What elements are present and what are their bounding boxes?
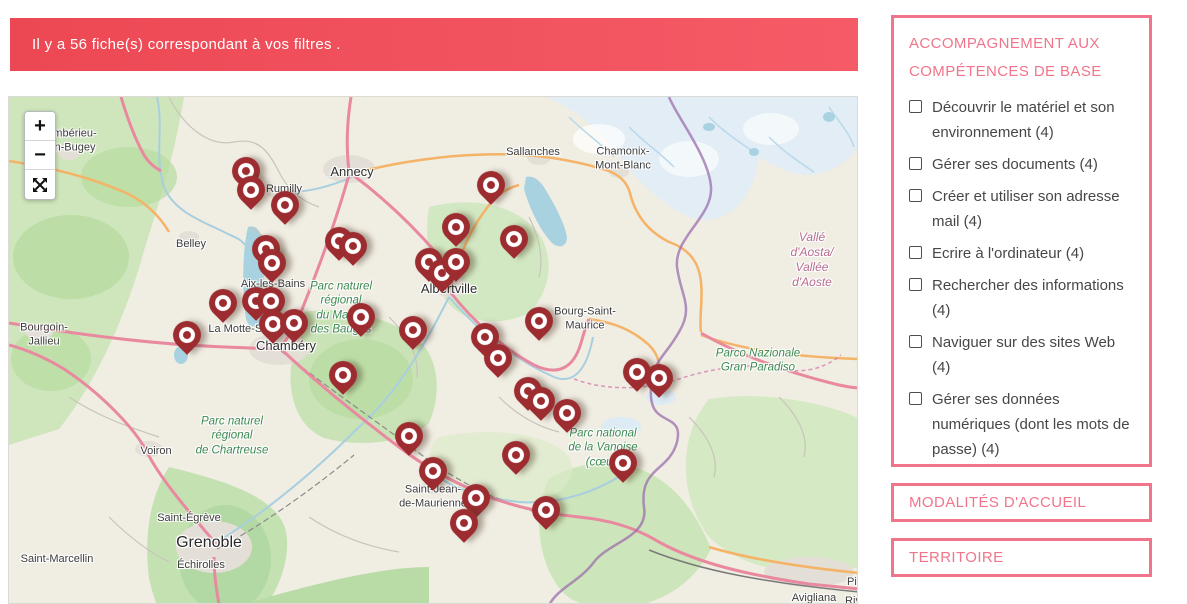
- map-controls: + −: [24, 111, 56, 200]
- filter-checkbox-item[interactable]: Gérer ses données numériques (dont les m…: [909, 387, 1134, 462]
- filter-section-title[interactable]: ACCOMPAGNEMENT AUX COMPÉTENCES DE BASE: [909, 30, 1134, 86]
- checkbox[interactable]: [909, 100, 922, 113]
- checkbox[interactable]: [909, 392, 922, 405]
- filter-checkbox-item[interactable]: Rechercher des informations (4): [909, 273, 1134, 323]
- map[interactable]: mbérieu- n-BugeyAnnecyRumillySallanchesC…: [8, 96, 858, 604]
- map-marker[interactable]: [603, 443, 643, 483]
- filter-label: Rechercher des informations (4): [932, 273, 1132, 323]
- zoom-in-button[interactable]: +: [25, 112, 55, 141]
- map-marker[interactable]: [494, 219, 534, 259]
- map-marker[interactable]: [471, 165, 511, 205]
- filter-section-modalites[interactable]: MODALITÉS D'ACCUEIL: [891, 483, 1152, 522]
- results-banner-text: Il y a 56 fiche(s) correspondant à vos f…: [10, 36, 341, 53]
- map-marker[interactable]: [519, 301, 559, 341]
- filter-label: Découvrir le matériel et son environneme…: [932, 95, 1132, 145]
- filter-checkbox-item[interactable]: Naviguer sur des sites Web (4): [909, 330, 1134, 380]
- filter-label: Gérer ses données numériques (dont les m…: [932, 387, 1132, 462]
- fullscreen-button[interactable]: [25, 170, 55, 199]
- page: Il y a 56 fiche(s) correspondant à vos f…: [0, 0, 1187, 604]
- map-marker[interactable]: [393, 310, 433, 350]
- map-marker[interactable]: [323, 355, 363, 395]
- map-marker[interactable]: [167, 315, 207, 355]
- checkbox[interactable]: [909, 189, 922, 202]
- filter-section-territoire[interactable]: TERRITOIRE: [891, 538, 1152, 577]
- fullscreen-expand-icon: [33, 178, 47, 192]
- checkbox[interactable]: [909, 246, 922, 259]
- map-marker[interactable]: [389, 416, 429, 456]
- checkbox[interactable]: [909, 335, 922, 348]
- map-marker[interactable]: [341, 297, 381, 337]
- checkbox[interactable]: [909, 278, 922, 291]
- filter-label: Créer et utiliser son adresse mail (4): [932, 184, 1132, 234]
- filter-checkbox-item[interactable]: Créer et utiliser son adresse mail (4): [909, 184, 1134, 234]
- filter-checkbox-item[interactable]: Ecrire à l'ordinateur (4): [909, 241, 1134, 266]
- zoom-out-button[interactable]: −: [25, 141, 55, 170]
- map-marker[interactable]: [265, 185, 305, 225]
- filter-section-competences: ACCOMPAGNEMENT AUX COMPÉTENCES DE BASE D…: [891, 15, 1152, 467]
- results-banner: Il y a 56 fiche(s) correspondant à vos f…: [10, 18, 858, 71]
- filter-section-title: MODALITÉS D'ACCUEIL: [909, 489, 1086, 517]
- map-marker[interactable]: [526, 490, 566, 530]
- map-marker[interactable]: [203, 283, 243, 323]
- filter-list: Découvrir le matériel et son environneme…: [909, 95, 1134, 463]
- filter-checkbox-item[interactable]: Gérer ses documents (4): [909, 152, 1134, 177]
- map-markers-layer: [9, 97, 857, 603]
- map-marker[interactable]: [496, 435, 536, 475]
- filter-section-title: TERRITOIRE: [909, 544, 1004, 572]
- filter-label: Gérer ses documents (4): [932, 152, 1098, 177]
- filter-label: Naviguer sur des sites Web (4): [932, 330, 1132, 380]
- checkbox[interactable]: [909, 157, 922, 170]
- map-marker[interactable]: [436, 207, 476, 247]
- filter-label: Ecrire à l'ordinateur (4): [932, 241, 1084, 266]
- filter-checkbox-item[interactable]: Découvrir le matériel et son environneme…: [909, 95, 1134, 145]
- map-marker[interactable]: [413, 451, 453, 491]
